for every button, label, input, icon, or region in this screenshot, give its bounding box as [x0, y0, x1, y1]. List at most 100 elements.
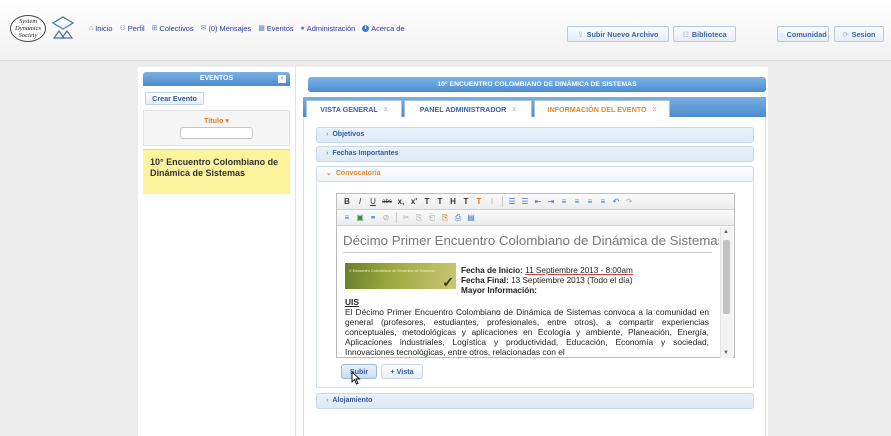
event-title-bar: 10° ENCUENTRO COLOMBIANO DE DINÁMICA DE …	[308, 77, 766, 92]
library-button[interactable]: ☷ Biblioteca	[673, 26, 736, 42]
align-right-icon[interactable]: ≡	[584, 196, 596, 208]
editor-content[interactable]: Décimo Primer Encuentro Colombiano de Di…	[337, 227, 719, 358]
community-button[interactable]: ◌ Comunidad	[777, 26, 829, 42]
upload-icon: ⇪	[577, 29, 584, 39]
toolbar-separator	[396, 212, 397, 223]
undo-icon[interactable]: ↶	[610, 196, 622, 208]
title-filter-input[interactable]	[180, 127, 253, 139]
add-view-button[interactable]: + Vista	[381, 364, 423, 379]
document-body-text: El Décimo Primer Encuentro Colombiano de…	[345, 307, 709, 357]
source-code-icon[interactable]: ▤	[465, 212, 477, 224]
section-convocatoria[interactable]: ⌄ Convocatoria	[316, 166, 754, 182]
chevron-right-icon: ›	[326, 397, 329, 404]
editor-toolbar-secondary: ≡ ▣ ⚭ ⊘ ✂ ⎘ ⎗ ⎘ ⎙ ▤	[337, 210, 734, 226]
indent-icon[interactable]: ⇥	[545, 196, 557, 208]
home-icon: ⌂	[89, 24, 94, 32]
text-color-icon[interactable]: T	[421, 196, 433, 208]
subscript-icon[interactable]: x,	[395, 196, 407, 208]
title-column-header[interactable]: Titulo ▾	[144, 116, 289, 125]
session-button[interactable]: ⟳ Sesion	[834, 26, 884, 42]
organization-emblem-icon	[52, 16, 74, 39]
close-tab-icon[interactable]: x	[384, 106, 388, 113]
cut-icon[interactable]: ✂	[400, 212, 412, 224]
chevron-down-icon: ⌄	[326, 170, 332, 177]
nav-colectivos[interactable]: ⊞ Colectivos	[152, 22, 194, 34]
create-event-button[interactable]: Crear Evento	[145, 92, 204, 105]
copy-icon[interactable]: ⎘	[413, 212, 425, 224]
section-alojamiento[interactable]: › Alojamiento	[316, 393, 754, 409]
event-banner-image: X Encuentro Colombiano de Dinámica de Si…	[345, 263, 456, 290]
print-icon[interactable]: ⎙	[452, 212, 464, 224]
section-fechas-importantes[interactable]: › Fechas Importantes	[316, 146, 754, 162]
session-icon: ⟳	[842, 29, 849, 39]
heading-icon[interactable]: H	[447, 196, 459, 208]
paste-word-icon[interactable]: ⎘	[439, 212, 451, 224]
checkmark-icon: ✓	[442, 274, 454, 290]
top-bar: System Dynamics Society ⌂ Inicio ⚇ Perfil ⊞ C…	[0, 0, 891, 61]
align-center-icon[interactable]: ≡	[571, 196, 583, 208]
upload-file-button[interactable]: ⇪ Subir Nuevo Archivo	[567, 26, 669, 42]
scroll-up-icon[interactable]: ▲	[723, 229, 729, 235]
nav-mensajes[interactable]: ✉ (0) Mensajes	[201, 22, 252, 34]
close-tab-icon[interactable]: x	[512, 106, 516, 113]
events-sidebar: EVENTOS ‹ Crear Evento Titulo ▾ 10° Encu…	[138, 67, 296, 436]
numbered-list-icon[interactable]: ☰	[519, 196, 531, 208]
toolbar-separator	[502, 196, 503, 207]
events-sidebar-header: EVENTOS ‹	[143, 72, 290, 86]
chat-icon: ◌	[779, 29, 784, 39]
nav-administracion[interactable]: ● Administración	[301, 22, 356, 34]
chevron-right-icon: ›	[326, 150, 329, 157]
event-list-item[interactable]: 10° Encuentro Colombiano de Dinámica de …	[143, 149, 290, 194]
scroll-down-icon[interactable]: ▼	[723, 350, 729, 356]
nav-acerca-de[interactable]: i Acerca de	[362, 22, 405, 34]
scrollbar-thumb[interactable]	[723, 240, 730, 314]
banner-text: X Encuentro Colombiano de Dinámica de Si…	[349, 269, 436, 273]
tab-informacion-del-evento[interactable]: INFORMACIÓN DEL EVENTO x	[534, 100, 670, 117]
rich-text-editor[interactable]: B I U abc x, x' T T H T T I ☰ ☰ ⇤ ⇥ ≡ ≡ …	[336, 193, 735, 358]
horizontal-rule-icon[interactable]: ≡	[341, 212, 353, 224]
paste-icon[interactable]: ⎗	[426, 212, 438, 224]
tab-vista-general[interactable]: VISTA GENERAL x	[306, 100, 402, 117]
info-icon: i	[362, 24, 370, 32]
user-icon: ⚇	[119, 25, 126, 32]
section-objetivos[interactable]: › Objetivos	[316, 127, 754, 143]
align-left-icon[interactable]: ≡	[558, 196, 570, 208]
admin-icon: ●	[300, 24, 305, 32]
end-date-value: 13 Septiembre 2013 (Todo el día)	[511, 276, 633, 285]
justify-icon[interactable]: ≡	[597, 196, 609, 208]
bulleted-list-icon[interactable]: ☰	[506, 196, 518, 208]
calendar-icon: ▦	[258, 25, 265, 32]
strikethrough-icon[interactable]: abc	[380, 196, 394, 208]
bold-icon[interactable]: B	[341, 196, 353, 208]
tab-panel-administrador[interactable]: PANEL ADMINISTRADOR x	[404, 100, 532, 117]
document-title: Décimo Primer Encuentro Colombiano de Di…	[343, 233, 719, 253]
start-date-value: 11 Septiembre 2013 - 8:00am	[525, 266, 633, 275]
unlink-icon[interactable]: ⊘	[380, 212, 392, 224]
highlight-icon[interactable]: T	[473, 196, 485, 208]
editor-toolbar-primary: B I U abc x, x' T T H T T I ☰ ☰ ⇤ ⇥ ≡ ≡ …	[337, 194, 734, 210]
book-icon: ☷	[682, 29, 689, 39]
mouse-cursor-icon	[351, 371, 361, 385]
event-dates-info: Fecha de Inicio: 11 Septiembre 2013 - 8:…	[461, 266, 633, 295]
sort-arrow-icon: ▾	[225, 116, 230, 125]
nav-inicio[interactable]: ⌂ Inicio	[89, 22, 113, 34]
collapse-icon[interactable]: ‹	[278, 75, 286, 83]
nav-perfil[interactable]: ⚇ Perfil	[120, 22, 145, 34]
font-size-icon[interactable]: T	[434, 196, 446, 208]
clear-format-icon[interactable]: I	[486, 196, 498, 208]
underline-icon[interactable]: U	[367, 196, 379, 208]
uis-heading: UIS	[345, 297, 359, 307]
italic-icon[interactable]: I	[354, 196, 366, 208]
superscript-icon[interactable]: x'	[408, 196, 420, 208]
system-dynamics-society-logo[interactable]: System Dynamics Society	[10, 15, 46, 42]
link-icon[interactable]: ⚭	[367, 212, 379, 224]
image-icon[interactable]: ▣	[354, 212, 366, 224]
redo-icon[interactable]: ↷	[623, 196, 635, 208]
more-info-label: Mayor Información:	[461, 286, 537, 295]
close-tab-icon[interactable]: x	[653, 106, 657, 113]
outdent-icon[interactable]: ⇤	[532, 196, 544, 208]
editor-scrollbar[interactable]: ▲ ▼	[720, 227, 733, 358]
nav-eventos[interactable]: ▦ Eventos	[258, 22, 293, 34]
format-icon[interactable]: T	[460, 196, 472, 208]
main-nav: ⌂ Inicio ⚇ Perfil ⊞ Colectivos ✉ (0) Mensaje…	[89, 22, 405, 34]
